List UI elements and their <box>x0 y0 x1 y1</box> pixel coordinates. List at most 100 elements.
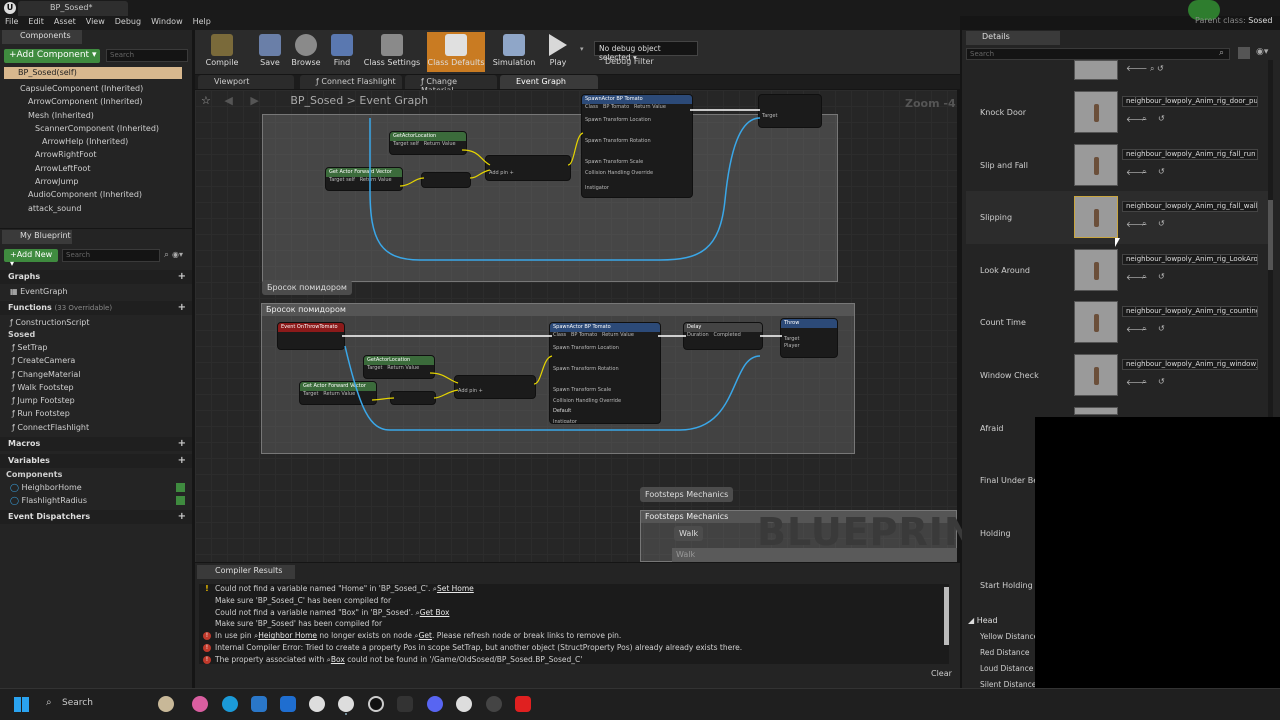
node-link[interactable]: Box <box>331 655 345 664</box>
add-macro-icon[interactable]: + <box>178 438 186 449</box>
compiler-message[interactable]: ! Could not find a variable named "Home" … <box>199 584 949 596</box>
discord-icon[interactable] <box>427 696 443 712</box>
animation-asset-select[interactable]: neighbour_lowpoly_Anim_rig_LookArou ▾ <box>1122 253 1258 265</box>
tree-item[interactable]: AudioComponent (Inherited) <box>8 190 184 203</box>
animation-thumbnail[interactable] <box>1074 406 1118 438</box>
category-variables[interactable]: Variables + <box>0 454 192 468</box>
reset-icon[interactable]: ↺ <box>1158 272 1165 281</box>
category-graphs[interactable]: Graphs + <box>0 270 192 284</box>
animation-asset-select[interactable]: neighbour_lowpoly_Anim_rig_window_c ▾ <box>1122 359 1258 370</box>
function-item[interactable]: ƒ SetTrap <box>12 343 89 356</box>
function-item[interactable]: ƒ Run Footstep <box>12 409 89 422</box>
visibility-toggle-icon[interactable] <box>176 496 185 505</box>
animation-thumbnail[interactable] <box>1074 91 1118 133</box>
tab-viewport[interactable]: Viewport <box>198 75 294 89</box>
animation-thumbnail[interactable] <box>1074 196 1118 239</box>
function-item[interactable]: ƒ ConstructionScript <box>10 318 90 327</box>
compiler-message[interactable]: ! Internal Compiler Error: Tried to creat… <box>199 643 949 655</box>
menu-help[interactable]: Help <box>188 16 216 27</box>
node-link[interactable]: Get <box>419 631 432 640</box>
save-button[interactable]: Save <box>256 32 284 72</box>
capcut-icon[interactable] <box>397 696 413 712</box>
details-scrollbar-thumb[interactable] <box>1268 200 1273 270</box>
play-button[interactable]: Play <box>540 32 576 72</box>
node-get-forward-vector-2[interactable]: Get Actor Forward Vector Target Return V… <box>299 381 377 405</box>
visibility-toggle-icon[interactable] <box>176 483 185 492</box>
animation-thumbnail[interactable] <box>1074 301 1118 344</box>
eye-icon[interactable]: ◉▾ <box>172 250 183 259</box>
comment-bubble[interactable]: Бросок помидором <box>262 280 352 295</box>
browse-search-icon[interactable]: ⌕ <box>1142 377 1146 387</box>
category-event-dispatchers[interactable]: Event Dispatchers + <box>0 510 192 524</box>
components-tab[interactable]: Components <box>2 30 82 44</box>
add-new-button[interactable]: +Add New ▾ <box>4 249 58 268</box>
menu-view[interactable]: View <box>81 16 110 27</box>
graph-item-eventgraph[interactable]: ▦ EventGraph <box>10 287 68 296</box>
browse-search-icon[interactable]: ⌕ <box>1150 64 1154 73</box>
node-link[interactable]: Get Box <box>420 608 450 617</box>
animation-thumbnail[interactable] <box>1074 248 1118 291</box>
tree-item[interactable]: CapsuleComponent (Inherited) <box>8 84 184 97</box>
tree-item[interactable]: ArrowComponent (Inherited) <box>8 97 184 110</box>
clear-button[interactable]: Clear <box>931 669 952 678</box>
browse-search-icon[interactable]: ⌕ <box>1142 272 1146 282</box>
unreal-engine-icon[interactable] <box>309 696 325 712</box>
menu-window[interactable]: Window <box>146 16 188 27</box>
edge-browser-icon[interactable] <box>222 696 238 712</box>
tree-item[interactable]: ArrowLeftFoot <box>8 164 184 177</box>
reset-icon[interactable]: ↺ <box>1158 219 1165 228</box>
back-arrow-icon[interactable]: ◀ <box>224 94 232 107</box>
steam-icon[interactable] <box>486 696 502 712</box>
tree-item[interactable]: ScannerComponent (Inherited) <box>8 124 184 137</box>
node-get-actor-location-2[interactable]: GetActorLocation Target Return Value <box>363 355 435 379</box>
obs-icon[interactable] <box>368 696 384 712</box>
tree-item[interactable]: attack_sound <box>8 204 184 217</box>
function-item[interactable]: ƒ ChangeMaterial <box>12 370 89 383</box>
compiler-results-tab[interactable]: Compiler Results <box>197 565 295 579</box>
browse-search-icon[interactable]: ⌕ <box>1142 114 1146 124</box>
compiler-scrollbar[interactable] <box>944 587 949 645</box>
node-event-throw[interactable]: Event OnThrowTomato <box>277 322 345 350</box>
copilot-icon[interactable] <box>192 696 208 712</box>
find-button[interactable]: Find <box>326 32 358 72</box>
compiler-message[interactable]: ! In use pin ⌕Heighbor Home no longer exi… <box>199 631 949 643</box>
category-macros[interactable]: Macros + <box>0 437 192 451</box>
document-tab[interactable]: BP_Sosed* <box>18 1 128 16</box>
comment-bubble-footsteps[interactable]: Footsteps Mechanics <box>640 487 734 502</box>
tree-item[interactable]: Mesh (Inherited) <box>8 111 184 124</box>
browse-search-icon[interactable]: ⌕ <box>1142 219 1146 229</box>
simulation-button[interactable]: Simulation <box>490 32 538 72</box>
walk-bubble[interactable]: Walk <box>674 526 704 541</box>
category-components[interactable]: Components <box>6 470 62 479</box>
add-function-icon[interactable]: + <box>178 302 186 313</box>
property-matrix-icon[interactable] <box>1238 47 1250 59</box>
add-dispatcher-icon[interactable]: + <box>178 511 186 522</box>
node-add-vector[interactable]: Add pin + <box>485 155 571 181</box>
debug-object-select[interactable]: No debug object selected ▾ <box>594 41 698 62</box>
compiler-message[interactable]: ! The property associated with ⌕Box could… <box>199 655 949 667</box>
details-search-input[interactable]: Search <box>966 48 1230 60</box>
tab-change-material[interactable]: ƒ Change Material <box>405 75 497 95</box>
animation-thumbnail[interactable] <box>1074 60 1118 80</box>
category-functions[interactable]: Functions (33 Overridable) + <box>0 301 192 315</box>
class-settings-button[interactable]: Class Settings <box>363 32 421 72</box>
browse-search-icon[interactable]: ⌕ <box>1142 324 1146 334</box>
my-blueprint-tab[interactable]: My Blueprint <box>2 230 72 244</box>
details-tab[interactable]: Details <box>966 31 1060 45</box>
forward-arrow-icon[interactable]: ▶ <box>250 94 258 107</box>
browse-search-icon[interactable]: ⌕ <box>1142 167 1146 177</box>
component-self-row[interactable]: BP_Sosed(self) <box>4 67 182 79</box>
play-options-chevron-icon[interactable]: ▾ <box>580 45 584 53</box>
node-delay[interactable]: Delay Duration Completed <box>683 322 763 350</box>
components-search-input[interactable]: Search <box>106 49 188 62</box>
animation-thumbnail[interactable] <box>1074 354 1118 396</box>
browse-button[interactable]: Browse <box>288 32 324 72</box>
node-multiply-2[interactable] <box>390 391 436 405</box>
add-component-button[interactable]: +Add Component ▾ <box>4 49 100 63</box>
store-icon[interactable] <box>251 696 267 712</box>
compiler-message[interactable]: Make sure 'BP_Sosed' has been compiled f… <box>199 619 949 631</box>
function-item[interactable]: ƒ Jump Footstep <box>12 396 89 409</box>
menu-debug[interactable]: Debug <box>110 16 146 27</box>
function-item[interactable]: ƒ Walk Footstep <box>12 383 89 396</box>
menu-edit[interactable]: Edit <box>23 16 49 27</box>
